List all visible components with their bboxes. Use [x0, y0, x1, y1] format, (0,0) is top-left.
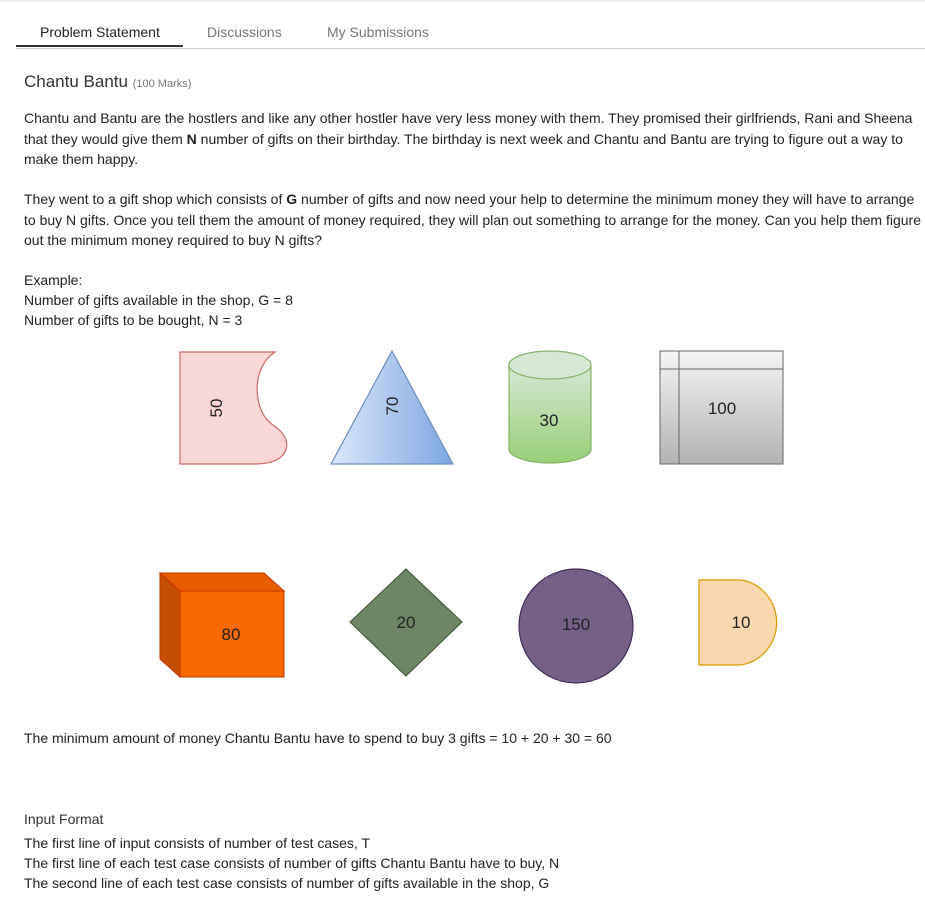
example-label: Example: [24, 272, 83, 288]
example-gift-count: Number of gifts available in the shop, G… [24, 292, 293, 308]
gift-cylinder-30 [508, 350, 592, 464]
active-tab-indicator [16, 45, 183, 47]
problem-paragraph-2: They went to a gift shop which consists … [24, 189, 924, 251]
problem-title: Chantu Bantu (100 Marks) [24, 72, 191, 92]
example-buy-count: Number of gifts to be bought, N = 3 [24, 312, 243, 328]
tab-bar: Problem Statement Discussions My Submiss… [16, 0, 925, 49]
cylinder-top [508, 350, 592, 380]
problem-marks: (100 Marks) [132, 78, 192, 90]
para2-g-variable: G [286, 191, 298, 207]
gift-label-10: 10 [731, 613, 751, 632]
input-format-heading: Input Format [24, 811, 104, 827]
example-result: The minimum amount of money Chantu Bantu… [24, 730, 612, 746]
input-format-line: The first line of each test case consist… [24, 855, 560, 871]
cube-side-face [159, 571, 181, 679]
input-format-line: The second line of each test case consis… [24, 875, 550, 891]
gift-label-80: 80 [221, 625, 241, 644]
card-shape-body [179, 351, 288, 465]
gift-label-150: 150 [561, 615, 591, 634]
problem-name: Chantu Bantu [24, 72, 128, 91]
para1-n-variable: N [186, 130, 197, 147]
input-format-line: The first line of input consists of numb… [24, 835, 371, 851]
gift-label-30: 30 [539, 411, 559, 430]
gift-label-70: 70 [383, 396, 402, 416]
gift-label-50: 50 [207, 398, 226, 418]
gift-label-100: 100 [707, 399, 737, 418]
tab-problem-statement[interactable]: Problem Statement [40, 24, 160, 40]
gift-card-shape-50 [179, 351, 288, 465]
problem-paragraph-1: Chantu and Bantu are the hostlers and li… [24, 108, 924, 170]
tab-my-submissions[interactable]: My Submissions [327, 24, 429, 40]
cube-top-face [158, 572, 286, 592]
para2-text-start: They went to a gift shop which consists … [24, 191, 287, 207]
tab-discussions[interactable]: Discussions [207, 24, 282, 40]
gift-label-20: 20 [396, 613, 416, 632]
